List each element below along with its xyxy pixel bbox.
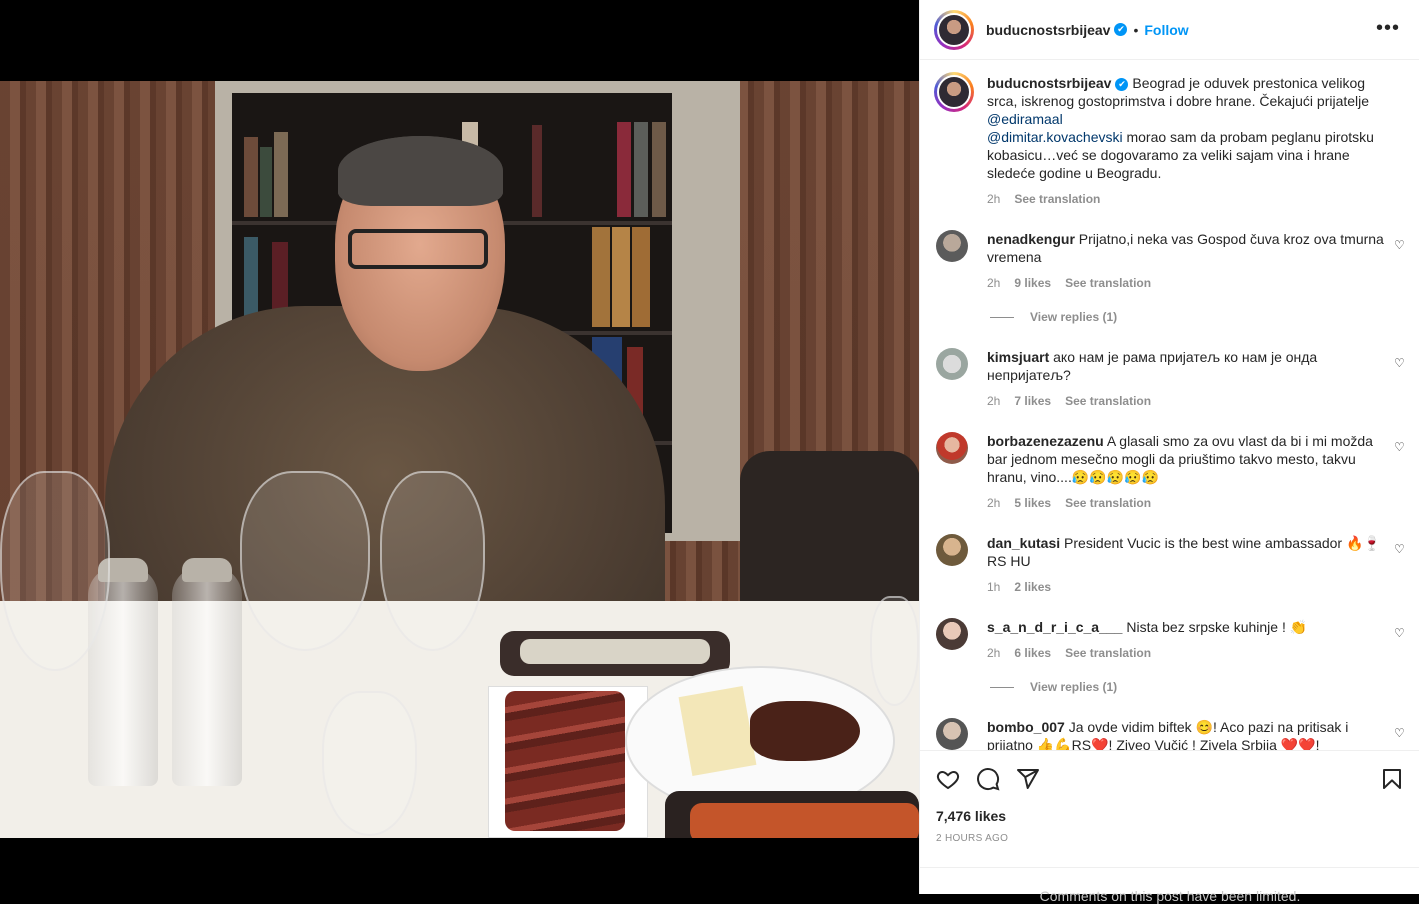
comment-likes[interactable]: 5 likes xyxy=(1014,496,1051,510)
heart-icon[interactable] xyxy=(936,767,960,794)
see-translation-link[interactable]: See translation xyxy=(1014,192,1100,206)
pepper-grinder xyxy=(172,558,242,786)
post-media xyxy=(0,0,919,894)
view-replies-button[interactable]: View replies (1) xyxy=(990,310,1117,324)
comment-text: Nista bez srpske kuhinje ! 👏 xyxy=(1126,619,1308,635)
more-options-icon[interactable]: ••• xyxy=(1376,18,1400,38)
stew xyxy=(690,803,919,838)
comment-username[interactable]: s_a_n_d_r_i_c_a___ xyxy=(987,619,1122,635)
wine-glass xyxy=(0,471,110,671)
caption-meta: 2h See translation xyxy=(987,192,1406,206)
comment-item: dan_kutasi President Vucic is the best w… xyxy=(936,534,1406,594)
verified-badge-icon: ✔ xyxy=(1115,77,1129,91)
comments-limited-notice: Comments on this post have been limited. xyxy=(920,867,1419,904)
heart-small-icon[interactable]: ♡ xyxy=(1394,626,1406,640)
comment-username[interactable]: nenadkengur xyxy=(987,231,1075,247)
comments-list[interactable]: buducnostsrbijeav ✔ Beograd je oduvek pre… xyxy=(920,60,1419,750)
comment-item: bombo_007 Ja ovde vidim biftek 😊! Aco pa… xyxy=(936,718,1406,750)
author-avatar[interactable] xyxy=(934,9,974,50)
caption-username[interactable]: buducnostsrbijeav xyxy=(987,75,1111,91)
mention-link[interactable]: @ediramaal xyxy=(987,111,1063,127)
comment-item: s_a_n_d_r_i_c_a___ Nista bez srpske kuhi… xyxy=(936,618,1406,660)
caption-text: buducnostsrbijeav ✔ Beograd je oduvek pre… xyxy=(987,74,1387,182)
comment-item: borbazenezazenu A glasali smo za ovu vla… xyxy=(936,432,1406,510)
view-replies-label: View replies (1) xyxy=(1030,310,1118,324)
commenter-avatar[interactable] xyxy=(936,432,968,464)
comment-likes[interactable]: 9 likes xyxy=(1014,276,1051,290)
follow-button[interactable]: Follow xyxy=(1144,22,1188,38)
commenter-avatar[interactable] xyxy=(936,348,968,380)
comment-time[interactable]: 2h xyxy=(987,276,1000,290)
sliced-steak xyxy=(505,691,625,831)
cheese xyxy=(678,685,757,777)
commenter-avatar[interactable] xyxy=(936,230,968,262)
view-replies-label: View replies (1) xyxy=(1030,680,1118,694)
caption-avatar[interactable] xyxy=(934,72,974,112)
comment-time[interactable]: 2h xyxy=(987,394,1000,408)
eyeglasses xyxy=(348,229,488,269)
separator-dot: • xyxy=(1133,21,1139,38)
wine-glass xyxy=(380,471,485,651)
author-username[interactable]: buducnostsrbijeav xyxy=(986,22,1110,38)
comment-username[interactable]: bombo_007 xyxy=(987,719,1065,735)
commenter-avatar[interactable] xyxy=(936,534,968,566)
post-sidebar: buducnostsrbijeav ✔ • Follow ••• buducno… xyxy=(919,0,1419,904)
commenter-avatar[interactable] xyxy=(936,618,968,650)
comment-item: kimsjuart ако нам је рама пријатељ ко на… xyxy=(936,348,1406,408)
person-hair-top xyxy=(338,136,503,206)
caption: buducnostsrbijeav ✔ Beograd je oduvek pre… xyxy=(934,72,1406,206)
rice xyxy=(520,639,710,664)
heart-small-icon[interactable]: ♡ xyxy=(1394,726,1406,740)
see-translation-link[interactable]: See translation xyxy=(1065,276,1151,290)
comment-username[interactable]: dan_kutasi xyxy=(987,535,1060,551)
comment-item: nenadkengur Prijatno,i neka vas Gospod č… xyxy=(936,230,1406,290)
see-translation-link[interactable]: See translation xyxy=(1065,496,1151,510)
mention-link[interactable]: @dimitar.kovachevski xyxy=(987,129,1123,145)
comment-icon[interactable] xyxy=(976,767,1000,794)
see-translation-link[interactable]: See translation xyxy=(1065,394,1151,408)
view-replies-button[interactable]: View replies (1) xyxy=(990,680,1117,694)
post-header: buducnostsrbijeav ✔ • Follow ••• xyxy=(920,0,1419,60)
bookmark-icon[interactable] xyxy=(1380,767,1404,794)
share-icon[interactable] xyxy=(1016,767,1040,794)
comment-time[interactable]: 1h xyxy=(987,580,1000,594)
wine-glass xyxy=(240,471,370,651)
heart-small-icon[interactable]: ♡ xyxy=(1394,542,1406,556)
caption-time[interactable]: 2h xyxy=(987,192,1000,206)
comment-username[interactable]: borbazenezazenu xyxy=(987,433,1104,449)
post-actions: 7,476 likes 2 HOURS AGO Comments on this… xyxy=(920,750,1419,904)
post-photo[interactable] xyxy=(0,81,919,838)
comment-time[interactable]: 2h xyxy=(987,496,1000,510)
post-timestamp[interactable]: 2 HOURS AGO xyxy=(936,833,1008,844)
heart-small-icon[interactable]: ♡ xyxy=(1394,356,1406,370)
heart-small-icon[interactable]: ♡ xyxy=(1394,440,1406,454)
verified-badge-icon: ✔ xyxy=(1114,23,1128,36)
comment-username[interactable]: kimsjuart xyxy=(987,349,1049,365)
comment-time[interactable]: 2h xyxy=(987,646,1000,660)
comment-likes[interactable]: 6 likes xyxy=(1014,646,1051,660)
water-glass xyxy=(870,596,919,706)
comment-likes[interactable]: 7 likes xyxy=(1014,394,1051,408)
see-translation-link[interactable]: See translation xyxy=(1065,646,1151,660)
sausage xyxy=(750,701,860,761)
comment-likes[interactable]: 2 likes xyxy=(1014,580,1051,594)
heart-small-icon[interactable]: ♡ xyxy=(1394,238,1406,252)
water-glass xyxy=(322,691,417,836)
likes-count[interactable]: 7,476 likes xyxy=(936,808,1006,824)
commenter-avatar[interactable] xyxy=(936,718,968,750)
